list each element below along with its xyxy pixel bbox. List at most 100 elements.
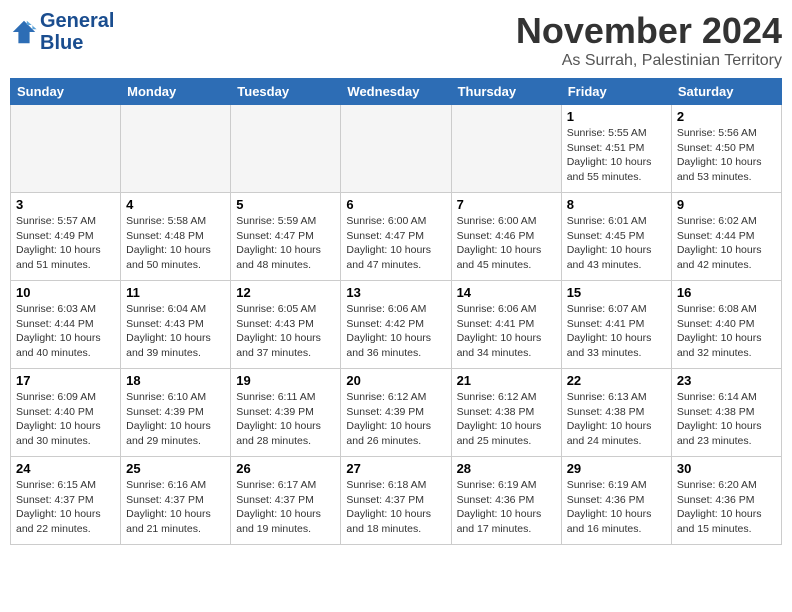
day-number: 24 [16,461,115,476]
day-number: 10 [16,285,115,300]
logo-icon [10,18,38,46]
day-info: Sunrise: 6:11 AM Sunset: 4:39 PM Dayligh… [236,390,335,449]
day-info: Sunrise: 5:55 AM Sunset: 4:51 PM Dayligh… [567,126,666,185]
logo-text-general: General [40,10,114,32]
calendar-week-row: 3 Sunrise: 5:57 AM Sunset: 4:49 PM Daylig… [11,193,782,281]
day-number: 19 [236,373,335,388]
day-number: 16 [677,285,776,300]
day-number: 28 [457,461,556,476]
day-number: 3 [16,197,115,212]
calendar-cell: 7 Sunrise: 6:00 AM Sunset: 4:46 PM Daylig… [451,193,561,281]
day-number: 1 [567,109,666,124]
weekday-header-monday: Monday [121,79,231,105]
day-info: Sunrise: 6:03 AM Sunset: 4:44 PM Dayligh… [16,302,115,361]
day-number: 20 [346,373,445,388]
day-info: Sunrise: 6:18 AM Sunset: 4:37 PM Dayligh… [346,478,445,537]
calendar-cell: 2Sunrise: 5:56 AM Sunset: 4:50 PM Daylig… [671,105,781,193]
day-info: Sunrise: 6:01 AM Sunset: 4:45 PM Dayligh… [567,214,666,273]
day-info: Sunrise: 6:20 AM Sunset: 4:36 PM Dayligh… [677,478,776,537]
day-info: Sunrise: 6:15 AM Sunset: 4:37 PM Dayligh… [16,478,115,537]
calendar-cell [121,105,231,193]
calendar-cell: 13 Sunrise: 6:06 AM Sunset: 4:42 PM Dayli… [341,281,451,369]
calendar-cell: 12Sunrise: 6:05 AM Sunset: 4:43 PM Dayli… [231,281,341,369]
day-number: 13 [346,285,445,300]
calendar-cell: 1 Sunrise: 5:55 AM Sunset: 4:51 PM Daylig… [561,105,671,193]
day-number: 15 [567,285,666,300]
day-info: Sunrise: 6:12 AM Sunset: 4:39 PM Dayligh… [346,390,445,449]
calendar-cell: 27Sunrise: 6:18 AM Sunset: 4:37 PM Dayli… [341,457,451,545]
day-info: Sunrise: 6:04 AM Sunset: 4:43 PM Dayligh… [126,302,225,361]
logo: General Blue [10,10,114,54]
day-number: 14 [457,285,556,300]
weekday-header-tuesday: Tuesday [231,79,341,105]
calendar-cell: 18 Sunrise: 6:10 AM Sunset: 4:39 PM Dayli… [121,369,231,457]
day-info: Sunrise: 6:19 AM Sunset: 4:36 PM Dayligh… [457,478,556,537]
day-info: Sunrise: 5:59 AM Sunset: 4:47 PM Dayligh… [236,214,335,273]
calendar-cell: 29 Sunrise: 6:19 AM Sunset: 4:36 PM Dayli… [561,457,671,545]
day-info: Sunrise: 6:12 AM Sunset: 4:38 PM Dayligh… [457,390,556,449]
day-number: 2 [677,109,776,124]
calendar-cell: 4 Sunrise: 5:58 AM Sunset: 4:48 PM Daylig… [121,193,231,281]
logo-text-blue: Blue [40,32,114,54]
calendar-cell: 22Sunrise: 6:13 AM Sunset: 4:38 PM Dayli… [561,369,671,457]
title-area: November 2024 As Surrah, Palestinian Ter… [516,10,782,70]
calendar-cell: 25 Sunrise: 6:16 AM Sunset: 4:37 PM Dayli… [121,457,231,545]
calendar-cell [231,105,341,193]
day-info: Sunrise: 6:06 AM Sunset: 4:41 PM Dayligh… [457,302,556,361]
calendar-cell [11,105,121,193]
calendar-cell: 28 Sunrise: 6:19 AM Sunset: 4:36 PM Dayli… [451,457,561,545]
weekday-header-sunday: Sunday [11,79,121,105]
calendar-week-row: 1 Sunrise: 5:55 AM Sunset: 4:51 PM Daylig… [11,105,782,193]
weekday-header-thursday: Thursday [451,79,561,105]
day-info: Sunrise: 6:16 AM Sunset: 4:37 PM Dayligh… [126,478,225,537]
day-number: 17 [16,373,115,388]
day-number: 29 [567,461,666,476]
day-number: 8 [567,197,666,212]
day-info: Sunrise: 6:14 AM Sunset: 4:38 PM Dayligh… [677,390,776,449]
calendar-cell: 16 Sunrise: 6:08 AM Sunset: 4:40 PM Dayli… [671,281,781,369]
calendar-cell: 24 Sunrise: 6:15 AM Sunset: 4:37 PM Dayli… [11,457,121,545]
calendar-cell: 17Sunrise: 6:09 AM Sunset: 4:40 PM Dayli… [11,369,121,457]
calendar-cell: 26 Sunrise: 6:17 AM Sunset: 4:37 PM Dayli… [231,457,341,545]
calendar-cell: 21 Sunrise: 6:12 AM Sunset: 4:38 PM Dayli… [451,369,561,457]
calendar-cell [341,105,451,193]
day-info: Sunrise: 6:08 AM Sunset: 4:40 PM Dayligh… [677,302,776,361]
day-number: 18 [126,373,225,388]
day-info: Sunrise: 6:10 AM Sunset: 4:39 PM Dayligh… [126,390,225,449]
calendar-cell: 9Sunrise: 6:02 AM Sunset: 4:44 PM Daylig… [671,193,781,281]
calendar-cell: 11 Sunrise: 6:04 AM Sunset: 4:43 PM Dayli… [121,281,231,369]
calendar-week-row: 10 Sunrise: 6:03 AM Sunset: 4:44 PM Dayli… [11,281,782,369]
day-info: Sunrise: 6:06 AM Sunset: 4:42 PM Dayligh… [346,302,445,361]
calendar-cell: 14 Sunrise: 6:06 AM Sunset: 4:41 PM Dayli… [451,281,561,369]
calendar-cell: 30 Sunrise: 6:20 AM Sunset: 4:36 PM Dayli… [671,457,781,545]
day-info: Sunrise: 5:58 AM Sunset: 4:48 PM Dayligh… [126,214,225,273]
month-title: November 2024 [516,10,782,52]
day-number: 5 [236,197,335,212]
calendar-cell: 23Sunrise: 6:14 AM Sunset: 4:38 PM Dayli… [671,369,781,457]
day-number: 30 [677,461,776,476]
calendar-header-row: SundayMondayTuesdayWednesdayThursdayFrid… [11,79,782,105]
day-number: 4 [126,197,225,212]
calendar-table: SundayMondayTuesdayWednesdayThursdayFrid… [10,78,782,545]
day-number: 26 [236,461,335,476]
calendar-cell: 10 Sunrise: 6:03 AM Sunset: 4:44 PM Dayli… [11,281,121,369]
day-info: Sunrise: 6:19 AM Sunset: 4:36 PM Dayligh… [567,478,666,537]
calendar-cell: 3 Sunrise: 5:57 AM Sunset: 4:49 PM Daylig… [11,193,121,281]
calendar-cell: 19 Sunrise: 6:11 AM Sunset: 4:39 PM Dayli… [231,369,341,457]
calendar-cell: 20 Sunrise: 6:12 AM Sunset: 4:39 PM Dayli… [341,369,451,457]
day-number: 25 [126,461,225,476]
calendar-week-row: 17Sunrise: 6:09 AM Sunset: 4:40 PM Dayli… [11,369,782,457]
day-number: 21 [457,373,556,388]
weekday-header-friday: Friday [561,79,671,105]
calendar-cell: 8 Sunrise: 6:01 AM Sunset: 4:45 PM Daylig… [561,193,671,281]
day-number: 7 [457,197,556,212]
day-number: 11 [126,285,225,300]
day-info: Sunrise: 5:57 AM Sunset: 4:49 PM Dayligh… [16,214,115,273]
calendar-cell: 5 Sunrise: 5:59 AM Sunset: 4:47 PM Daylig… [231,193,341,281]
day-info: Sunrise: 6:00 AM Sunset: 4:46 PM Dayligh… [457,214,556,273]
day-info: Sunrise: 6:17 AM Sunset: 4:37 PM Dayligh… [236,478,335,537]
calendar-cell: 6Sunrise: 6:00 AM Sunset: 4:47 PM Daylig… [341,193,451,281]
day-number: 6 [346,197,445,212]
day-info: Sunrise: 6:02 AM Sunset: 4:44 PM Dayligh… [677,214,776,273]
calendar-cell: 15Sunrise: 6:07 AM Sunset: 4:41 PM Dayli… [561,281,671,369]
